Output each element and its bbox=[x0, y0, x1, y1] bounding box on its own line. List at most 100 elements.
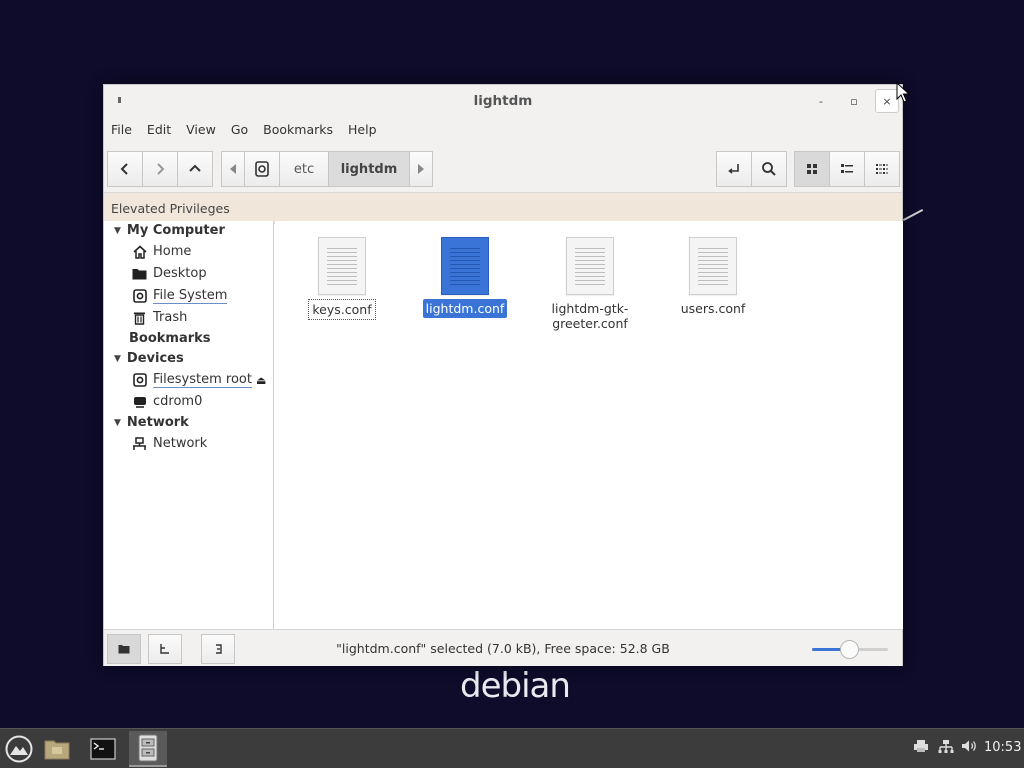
file-name-line: greeter.conf bbox=[552, 316, 628, 331]
trash-icon bbox=[132, 310, 147, 325]
file-item-lightdm-conf[interactable]: lightdm.conf bbox=[415, 237, 515, 318]
list-view-icon bbox=[841, 164, 853, 173]
sidebar-item-desktop[interactable]: Desktop bbox=[132, 266, 207, 281]
forward-button[interactable] bbox=[142, 151, 178, 187]
printer-icon[interactable] bbox=[913, 739, 929, 757]
file-name-line: lightdm-gtk- bbox=[551, 301, 629, 316]
folder-icon bbox=[132, 266, 147, 281]
maximize-button[interactable]: ▫ bbox=[842, 89, 866, 113]
file-name: lightdm-gtk- greeter.conf bbox=[549, 299, 632, 333]
menu-bookmarks[interactable]: Bookmarks bbox=[263, 122, 333, 137]
search-button[interactable] bbox=[751, 151, 787, 187]
forward-icon bbox=[157, 163, 165, 175]
sidebar-item-trash[interactable]: Trash bbox=[132, 310, 187, 325]
back-icon bbox=[120, 163, 128, 175]
text-file-icon bbox=[441, 237, 489, 295]
taskbar-terminal[interactable] bbox=[84, 731, 122, 767]
open-terminal-button[interactable] bbox=[716, 151, 752, 187]
file-item-lightdm-gtk-greeter-conf[interactable]: lightdm-gtk- greeter.conf bbox=[540, 237, 640, 333]
sidebar-item-file-system[interactable]: File System bbox=[132, 288, 228, 304]
sidebar-section-label: Bookmarks bbox=[129, 331, 211, 346]
zoom-slider[interactable] bbox=[812, 640, 888, 659]
up-icon bbox=[189, 164, 201, 172]
taskbar-file-manager[interactable] bbox=[129, 731, 167, 767]
sidebar-item-label: File System bbox=[153, 288, 228, 304]
compact-view-button[interactable] bbox=[864, 151, 900, 187]
drive-icon bbox=[132, 289, 147, 304]
text-file-icon bbox=[566, 237, 614, 295]
elevated-privileges-bar: Elevated Privileges bbox=[104, 193, 902, 224]
terminal-icon bbox=[90, 738, 116, 760]
eject-icon[interactable]: ⏏ bbox=[256, 374, 266, 387]
expand-arrow-icon: ▼ bbox=[114, 353, 121, 364]
file-view[interactable]: keys.conf lightdm.conf lightdm-gtk- gree… bbox=[275, 221, 903, 629]
file-name: lightdm.conf bbox=[422, 299, 508, 318]
menubar: File Edit View Go Bookmarks Help bbox=[104, 117, 902, 141]
toolbar: etc lightdm bbox=[104, 141, 902, 193]
drive-icon bbox=[132, 373, 147, 388]
menu-view[interactable]: View bbox=[186, 122, 216, 137]
file-manager-window: lightdm - ▫ × File Edit View Go Bookmark… bbox=[103, 84, 903, 666]
menu-go[interactable]: Go bbox=[231, 122, 248, 137]
sidebar-item-label: Filesystem root bbox=[153, 372, 252, 388]
sidebar-item-label: Desktop bbox=[153, 266, 207, 281]
taskbar: 10:53 bbox=[0, 728, 1024, 768]
open-terminal-icon bbox=[728, 164, 739, 174]
breadcrumb-etc[interactable]: etc bbox=[279, 151, 329, 187]
sidebar-item-network[interactable]: Network bbox=[132, 436, 207, 451]
menu-help[interactable]: Help bbox=[348, 122, 377, 137]
statusbar: "lightdm.conf" selected (7.0 kB), Free s… bbox=[104, 629, 902, 666]
minimize-button[interactable]: - bbox=[809, 89, 833, 113]
text-file-icon bbox=[689, 237, 737, 295]
sidebar-section-label: My Computer bbox=[126, 223, 225, 238]
sidebar-item-label: Trash bbox=[153, 310, 188, 325]
compact-view-icon bbox=[876, 164, 888, 174]
application-menu-button[interactable] bbox=[0, 731, 38, 767]
network-icon[interactable] bbox=[938, 739, 954, 757]
home-icon bbox=[132, 244, 147, 259]
file-item-users-conf[interactable]: users.conf bbox=[663, 237, 763, 318]
taskbar-files[interactable] bbox=[38, 731, 76, 767]
breadcrumb-scroll-left[interactable] bbox=[221, 151, 245, 187]
desktop-brand-text: debian bbox=[460, 666, 571, 706]
breadcrumb-scroll-right[interactable] bbox=[409, 151, 433, 187]
back-button[interactable] bbox=[107, 151, 143, 187]
left-arrow-icon bbox=[230, 164, 236, 174]
titlebar[interactable]: lightdm - ▫ × bbox=[104, 85, 902, 117]
menu-file[interactable]: File bbox=[111, 122, 132, 137]
sidebar-item-cdrom0[interactable]: cdrom0 bbox=[132, 394, 202, 409]
sidebar-section-bookmarks[interactable]: Bookmarks bbox=[129, 331, 211, 346]
zoom-slider-handle[interactable] bbox=[840, 640, 859, 659]
status-text: "lightdm.conf" selected (7.0 kB), Free s… bbox=[336, 641, 670, 656]
icon-view-icon bbox=[807, 164, 817, 174]
breadcrumb-root[interactable] bbox=[244, 151, 280, 187]
desktop-decoration bbox=[902, 208, 924, 222]
sidebar-section-my-computer[interactable]: ▼ My Computer bbox=[114, 223, 225, 238]
file-name: keys.conf bbox=[308, 299, 376, 320]
optical-drive-icon bbox=[132, 394, 147, 409]
right-arrow-icon bbox=[418, 164, 424, 174]
list-view-button[interactable] bbox=[829, 151, 865, 187]
drive-icon bbox=[255, 161, 269, 177]
files-icon bbox=[44, 740, 70, 760]
file-name: users.conf bbox=[680, 301, 746, 316]
sidebar-section-devices[interactable]: ▼ Devices bbox=[114, 351, 184, 366]
breadcrumb-lightdm[interactable]: lightdm bbox=[328, 151, 410, 187]
menu-icon bbox=[5, 735, 33, 763]
window-title: lightdm bbox=[473, 93, 533, 109]
sidebar-item-label: Home bbox=[153, 244, 192, 259]
file-item-keys-conf[interactable]: keys.conf bbox=[292, 237, 392, 320]
text-file-icon bbox=[318, 237, 366, 295]
sidebar-item-home[interactable]: Home bbox=[132, 244, 191, 259]
sidebar: ▼ My Computer Home Desktop File System T… bbox=[104, 221, 274, 629]
expand-arrow-icon: ▼ bbox=[114, 225, 121, 236]
up-button[interactable] bbox=[177, 151, 213, 187]
sidebar-section-network[interactable]: ▼ Network bbox=[114, 415, 189, 430]
menu-edit[interactable]: Edit bbox=[147, 122, 171, 137]
icon-view-button[interactable] bbox=[794, 151, 830, 187]
sidebar-item-filesystem-root[interactable]: Filesystem root bbox=[132, 372, 252, 388]
sidebar-section-label: Devices bbox=[126, 351, 184, 366]
sidebar-item-label: Network bbox=[153, 436, 208, 451]
volume-icon[interactable] bbox=[961, 739, 978, 757]
sidebar-item-label: cdrom0 bbox=[153, 394, 203, 409]
